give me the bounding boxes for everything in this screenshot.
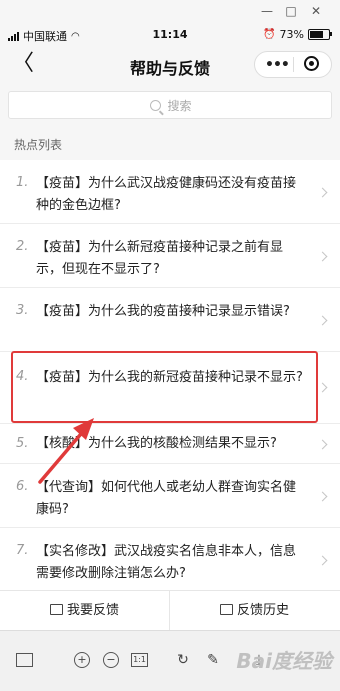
- item-index: 1.: [16, 175, 29, 190]
- zoom-out-icon[interactable]: −: [103, 652, 119, 668]
- layout-icon[interactable]: [16, 653, 33, 667]
- history-label: 反馈历史: [236, 603, 289, 618]
- search-icon: [150, 100, 162, 111]
- rotate-icon[interactable]: ↻: [173, 650, 193, 670]
- close-button[interactable]: ✕: [305, 3, 327, 19]
- actual-size-button[interactable]: 1:1: [131, 653, 148, 667]
- status-bar: 中国联通 ◠ 11:14 ⏰ 73%: [0, 24, 340, 46]
- list-item[interactable]: 3. 【疫苗】为什么我的疫苗接种记录显示错误?: [0, 288, 340, 352]
- highlight-box: [11, 351, 318, 423]
- feedback-label: 我要反馈: [66, 603, 119, 618]
- search-placeholder: 搜索: [167, 99, 192, 113]
- chevron-right-icon: [317, 555, 328, 566]
- edit-icon[interactable]: ✎: [203, 650, 223, 670]
- maximize-button[interactable]: □: [280, 3, 302, 19]
- item-text: 【代查询】如何代他人或老幼人群查询实名健康码?: [36, 480, 297, 517]
- alarm-icon: ⏰: [263, 29, 276, 40]
- chevron-right-icon: [317, 382, 328, 393]
- close-mini-program-icon[interactable]: [304, 56, 319, 71]
- section-header: 热点列表: [0, 126, 340, 160]
- capsule-divider: [293, 57, 294, 72]
- nav-bar: 〈 帮助与反馈 •••: [0, 46, 340, 84]
- list-item[interactable]: 1. 【疫苗】为什么武汉战疫健康码还没有疫苗接种的金色边框?: [0, 160, 340, 224]
- history-icon: [219, 604, 233, 615]
- item-index: 6.: [16, 479, 29, 494]
- history-button[interactable]: 反馈历史: [170, 591, 339, 630]
- battery-icon: [308, 29, 332, 40]
- item-index: 2.: [16, 239, 29, 254]
- window-title-bar: — □ ✕: [0, 0, 340, 24]
- item-text: 【疫苗】为什么我的疫苗接种记录显示错误?: [36, 304, 290, 319]
- item-index: 3.: [16, 303, 29, 318]
- viewer-toolbar: + − 1:1 ↻ ✎ ⤓ Bai度经验: [0, 630, 340, 691]
- section-title: 热点列表: [14, 138, 63, 152]
- list-item[interactable]: 6. 【代查询】如何代他人或老幼人群查询实名健康码?: [0, 464, 340, 528]
- minimize-button[interactable]: —: [256, 3, 278, 19]
- chevron-right-icon: [317, 187, 328, 198]
- chevron-right-icon: [317, 439, 328, 450]
- search-area: 搜索: [0, 84, 340, 126]
- list-item[interactable]: 5. 【核酸】为什么我的核酸检测结果不显示?: [0, 424, 340, 464]
- feedback-button[interactable]: 我要反馈: [0, 591, 169, 630]
- feedback-icon: [49, 604, 63, 615]
- item-index: 5.: [16, 436, 29, 451]
- list-item[interactable]: 2. 【疫苗】为什么新冠疫苗接种记录之前有显示，但现在不显示了?: [0, 224, 340, 288]
- chevron-right-icon: [317, 251, 328, 262]
- item-text: 【疫苗】为什么武汉战疫健康码还没有疫苗接种的金色边框?: [36, 176, 297, 213]
- bottom-action-bar: 我要反馈 反馈历史: [0, 590, 340, 630]
- watermark: Bai度经验: [236, 649, 332, 673]
- search-input[interactable]: 搜索: [8, 91, 332, 119]
- more-icon[interactable]: •••: [265, 57, 290, 73]
- item-index: 7.: [16, 543, 29, 558]
- chevron-right-icon: [317, 491, 328, 502]
- battery-percent: 73%: [279, 28, 304, 41]
- item-text: 【疫苗】为什么新冠疫苗接种记录之前有显示，但现在不显示了?: [36, 240, 284, 277]
- chevron-right-icon: [317, 315, 328, 326]
- list-item[interactable]: 7. 【实名修改】武汉战疫实名信息非本人，信息需要修改删除注销怎么办?: [0, 528, 340, 590]
- mini-program-capsule: •••: [254, 51, 332, 78]
- item-text: 【核酸】为什么我的核酸检测结果不显示?: [36, 436, 277, 451]
- item-text: 【实名修改】武汉战疫实名信息非本人，信息需要修改删除注销怎么办?: [36, 544, 297, 581]
- zoom-in-icon[interactable]: +: [74, 652, 90, 668]
